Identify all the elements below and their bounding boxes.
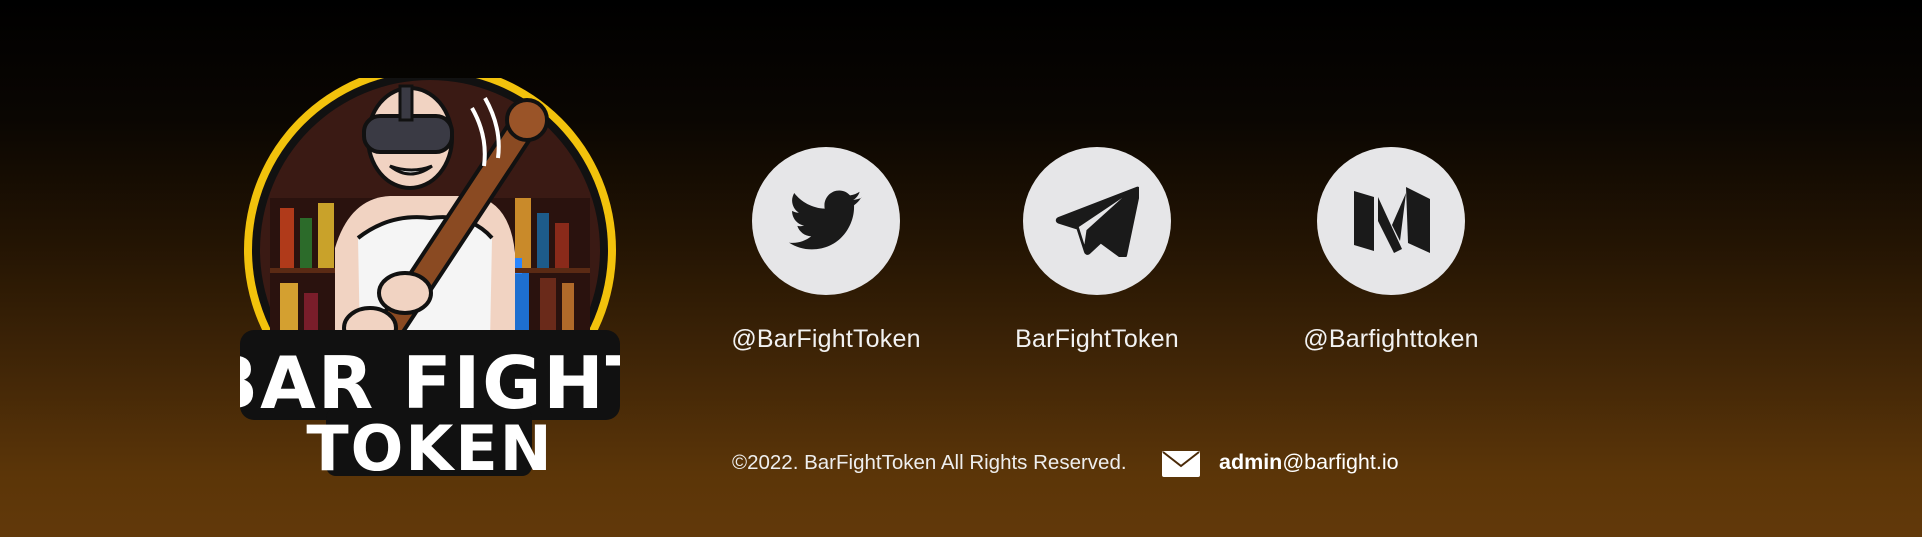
bar-fight-token-logo: BAR FIGHT TOKEN xyxy=(240,78,620,478)
telegram-icon xyxy=(1055,186,1139,257)
social-telegram[interactable]: BarFightToken xyxy=(967,147,1227,354)
twitter-icon xyxy=(789,190,862,250)
copyright-text: ©2022. BarFightToken All Rights Reserved… xyxy=(732,451,1127,474)
logo-text-line2: TOKEN xyxy=(306,412,553,478)
telegram-button[interactable] xyxy=(1023,147,1171,295)
medium-icon xyxy=(1354,187,1430,253)
social-twitter[interactable]: @BarFightToken xyxy=(696,147,956,354)
email-domain[interactable]: @barfight.io xyxy=(1282,450,1398,474)
social-medium[interactable]: @Barfighttoken xyxy=(1261,147,1521,354)
email-user[interactable]: admin xyxy=(1219,450,1282,474)
twitter-handle[interactable]: @BarFightToken xyxy=(696,325,956,354)
twitter-button[interactable] xyxy=(752,147,900,295)
medium-button[interactable] xyxy=(1317,147,1465,295)
envelope-icon xyxy=(1162,451,1200,477)
medium-handle[interactable]: @Barfighttoken xyxy=(1261,325,1521,354)
contact-email[interactable]: admin@barfight.io xyxy=(1219,450,1399,475)
telegram-handle[interactable]: BarFightToken xyxy=(967,325,1227,354)
